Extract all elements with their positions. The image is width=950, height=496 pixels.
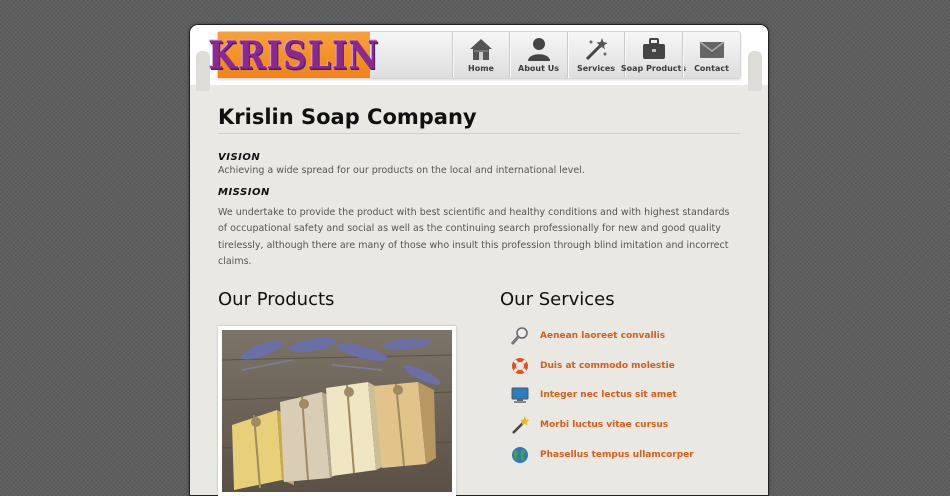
vision-text: Achieving a wide spread for our products… <box>218 165 585 176</box>
services-heading: Our Services <box>500 289 615 310</box>
main-content: Krislin Soap Company VISION Achieving a … <box>218 105 740 271</box>
service-label[interactable]: Morbi luctus vitae cursus <box>540 420 668 430</box>
nav-contact[interactable]: Contact <box>682 32 740 78</box>
service-label[interactable]: Phasellus tempus ullamcorper <box>540 450 694 460</box>
products-section: Our Products <box>218 289 478 310</box>
user-icon <box>527 38 550 61</box>
nav-contact-label: Contact <box>694 64 729 73</box>
magic-wand-icon <box>585 38 608 61</box>
monitor-icon <box>510 385 530 405</box>
briefcase-icon <box>642 38 665 59</box>
service-item[interactable]: Phasellus tempus ullamcorper <box>500 440 750 470</box>
product-photo[interactable] <box>218 326 456 496</box>
services-list: Aenean laoreet convallis Duis at commodo… <box>500 321 750 470</box>
soap-bars-image <box>221 330 453 492</box>
service-item[interactable]: Aenean laoreet convallis <box>500 321 750 351</box>
nav-services[interactable]: Services <box>567 32 624 78</box>
main-nav: Home About Us Services Soap Products Con… <box>452 32 740 78</box>
home-icon <box>470 39 492 60</box>
nav-soap-products[interactable]: Soap Products <box>621 32 686 78</box>
service-item[interactable]: Morbi luctus vitae cursus <box>500 410 750 440</box>
nav-about-us-label: About Us <box>518 64 559 73</box>
logo[interactable]: KRISLIN <box>208 32 379 78</box>
header-right-tab <box>748 51 762 91</box>
globe-icon <box>510 445 530 465</box>
service-label[interactable]: Integer nec lectus sit amet <box>540 390 677 400</box>
lifebuoy-icon <box>510 356 530 376</box>
page-container: KRISLIN Home About Us Services Soap Prod… <box>190 25 768 496</box>
navbar: KRISLIN Home About Us Services Soap Prod… <box>208 31 741 79</box>
envelope-icon <box>699 41 724 58</box>
nav-services-label: Services <box>576 64 616 73</box>
service-item[interactable]: Duis at commodo molestie <box>500 351 750 381</box>
service-label[interactable]: Aenean laoreet convallis <box>540 331 665 341</box>
page-title: Krislin Soap Company <box>218 105 740 134</box>
nav-about-us[interactable]: About Us <box>509 32 567 78</box>
mission-heading: MISSION <box>218 186 270 198</box>
nav-home[interactable]: Home <box>452 32 509 78</box>
magic-wand-icon <box>510 415 530 435</box>
nav-home-label: Home <box>468 64 494 73</box>
products-heading: Our Products <box>218 289 335 310</box>
product-photo-wrap <box>218 326 456 496</box>
magnifier-icon <box>510 326 530 346</box>
mission-text: We undertake to provide the product with… <box>218 206 730 268</box>
vision-heading: VISION <box>218 152 261 163</box>
service-item[interactable]: Integer nec lectus sit amet <box>500 381 750 411</box>
services-section: Our Services <box>500 289 750 310</box>
service-label[interactable]: Duis at commodo molestie <box>540 361 675 371</box>
nav-soap-products-label: Soap Products <box>620 64 687 73</box>
logo-text: KRISLIN <box>208 32 380 78</box>
